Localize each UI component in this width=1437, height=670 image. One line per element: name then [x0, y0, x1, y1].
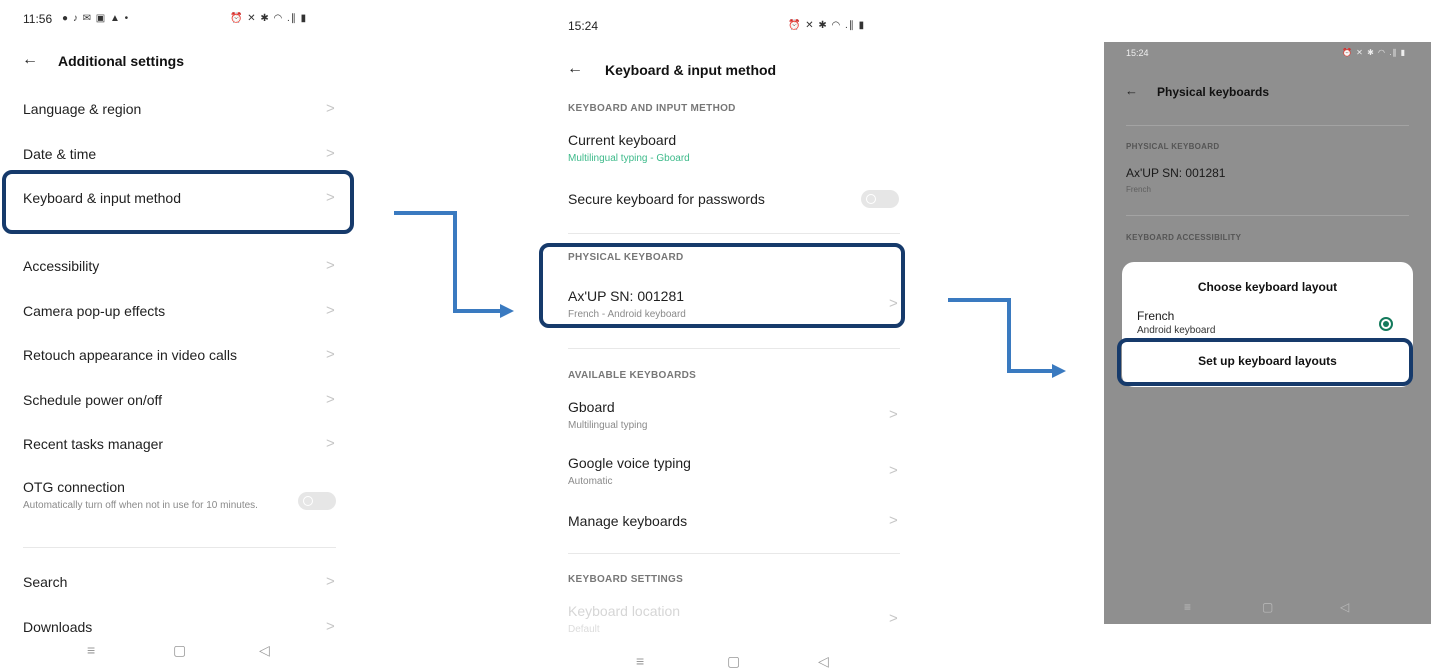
- list-item-label: Date & time: [23, 146, 97, 162]
- list-item-label: Downloads: [23, 619, 93, 635]
- status-notification-icons: ● ♪ ✉ ▣ ▲ •: [62, 13, 130, 24]
- list-item-label: Ax'UP SN: 001281: [1126, 166, 1226, 180]
- status-system-icons: ⏰ ✕ ✱ ◠ .∥ ▮: [788, 20, 866, 31]
- list-item-label: Schedule power on/off: [23, 392, 163, 408]
- chevron-right-icon: >: [326, 618, 335, 635]
- list-item-schedule-power[interactable]: Schedule power on/off >: [0, 387, 350, 417]
- highlight-box-physical-keyboard: [539, 243, 905, 328]
- list-item-label: Gboard: [568, 399, 615, 415]
- divider: [568, 553, 900, 554]
- option-sublabel: Android keyboard: [1137, 325, 1216, 336]
- section-header-keyboard-settings: KEYBOARD SETTINGS: [568, 574, 684, 585]
- nav-menu-icon[interactable]: ≡: [636, 653, 644, 669]
- list-item-label: Language & region: [23, 101, 142, 117]
- section-header-available-keyboards: AVAILABLE KEYBOARDS: [568, 370, 697, 381]
- chevron-right-icon: >: [326, 346, 335, 363]
- list-item-date-time[interactable]: Date & time >: [0, 141, 350, 171]
- list-item-label: Secure keyboard for passwords: [568, 191, 765, 207]
- otg-toggle-switch[interactable]: [298, 492, 336, 510]
- chevron-right-icon: >: [889, 610, 898, 627]
- page-title: Additional settings: [58, 53, 184, 69]
- list-item-secure-keyboard[interactable]: Secure keyboard for passwords: [560, 185, 905, 215]
- page-title: Physical keyboards: [1157, 85, 1270, 99]
- list-item-google-voice-typing[interactable]: Google voice typing Automatic >: [560, 449, 905, 491]
- list-item-value: Default: [568, 624, 600, 635]
- nav-menu-icon[interactable]: ≡: [1184, 600, 1191, 614]
- list-item-label: Retouch appearance in video calls: [23, 347, 238, 363]
- status-time: 15:24: [1126, 48, 1149, 58]
- chevron-right-icon: >: [326, 573, 335, 590]
- list-item-retouch-appearance[interactable]: Retouch appearance in video calls >: [0, 342, 350, 372]
- option-label: French: [1137, 309, 1175, 323]
- panel-physical-keyboards: 15:24 ⏰ ✕ ✱ ◠ .∥ ▮ ← Physical keyboards …: [1104, 42, 1431, 624]
- list-item-label: Camera pop-up effects: [23, 303, 166, 319]
- status-time: 15:24: [568, 19, 599, 33]
- list-item-accessibility[interactable]: Accessibility >: [0, 253, 350, 283]
- nav-back-icon[interactable]: ◁: [1340, 600, 1349, 614]
- divider: [568, 348, 900, 349]
- list-item-value: French: [1126, 185, 1151, 194]
- flow-arrow-1: [394, 211, 514, 318]
- list-item-current-keyboard[interactable]: Current keyboard Multilingual typing - G…: [560, 128, 905, 170]
- divider: [1126, 215, 1409, 216]
- chevron-right-icon: >: [889, 462, 898, 479]
- back-arrow-icon[interactable]: ←: [1125, 83, 1138, 98]
- highlight-box-keyboard-input-method: [2, 170, 354, 234]
- list-item-recent-tasks-manager[interactable]: Recent tasks manager >: [0, 431, 350, 461]
- back-arrow-icon[interactable]: ←: [22, 51, 38, 69]
- chevron-right-icon: >: [326, 257, 335, 274]
- section-header-keyboard-input-method: KEYBOARD AND INPUT METHOD: [568, 103, 736, 114]
- radio-selected-icon[interactable]: [1379, 317, 1393, 331]
- list-item-keyboard-location[interactable]: Keyboard location Default >: [560, 597, 905, 639]
- list-item-keyboard-device[interactable]: Ax'UP SN: 001281 French: [1119, 163, 1414, 201]
- list-item-otg-connection[interactable]: OTG connection Automatically turn off wh…: [0, 475, 350, 530]
- divider: [568, 233, 900, 234]
- list-item-gboard[interactable]: Gboard Multilingual typing >: [560, 393, 905, 435]
- list-item-value: Automatic: [568, 476, 613, 487]
- divider: [1126, 125, 1409, 126]
- nav-back-icon[interactable]: ◁: [259, 642, 270, 659]
- nav-menu-icon[interactable]: ≡: [87, 642, 95, 658]
- list-item-label: Google voice typing: [568, 455, 691, 471]
- list-item-label: Current keyboard: [568, 132, 677, 148]
- status-time: 11:56: [23, 12, 53, 26]
- flow-arrow-2: [948, 298, 1066, 378]
- chevron-right-icon: >: [889, 512, 898, 529]
- divider: [23, 547, 336, 548]
- list-item-description: Automatically turn off when not in use f…: [23, 500, 258, 511]
- section-header-physical-keyboard: PHYSICAL KEYBOARD: [1126, 142, 1220, 151]
- list-item-downloads[interactable]: Downloads >: [0, 614, 350, 642]
- list-item-label: Recent tasks manager: [23, 436, 164, 452]
- list-item-manage-keyboards[interactable]: Manage keyboards >: [560, 507, 905, 537]
- nav-back-icon[interactable]: ◁: [818, 653, 829, 670]
- list-item-camera-popup-effects[interactable]: Camera pop-up effects >: [0, 298, 350, 328]
- status-system-icons: ⏰ ✕ ✱ ◠ .∥ ▮: [1342, 48, 1407, 57]
- chevron-right-icon: >: [889, 406, 898, 423]
- list-item-label: Accessibility: [23, 258, 100, 274]
- list-item-label: OTG connection: [23, 479, 125, 495]
- list-item-language-region[interactable]: Language & region >: [0, 96, 350, 126]
- chevron-right-icon: >: [326, 435, 335, 452]
- nav-home-icon[interactable]: ▢: [1262, 600, 1273, 614]
- chevron-right-icon: >: [326, 100, 335, 117]
- page-title: Keyboard & input method: [605, 62, 777, 78]
- status-system-icons: ⏰ ✕ ✱ ◠ .∥ ▮: [230, 13, 308, 24]
- list-item-value: Multilingual typing - Gboard: [568, 153, 690, 164]
- list-item-search[interactable]: Search >: [0, 569, 350, 599]
- nav-home-icon[interactable]: ▢: [727, 653, 740, 670]
- dialog-title: Choose keyboard layout: [1197, 280, 1338, 294]
- section-header-keyboard-accessibility: KEYBOARD ACCESSIBILITY: [1126, 233, 1242, 242]
- back-arrow-icon[interactable]: ←: [567, 60, 583, 78]
- secure-keyboard-toggle[interactable]: [861, 190, 899, 208]
- chevron-right-icon: >: [326, 391, 335, 408]
- list-item-label: Search: [23, 574, 68, 590]
- highlight-box-set-up-keyboard-layouts: [1117, 338, 1413, 386]
- chevron-right-icon: >: [326, 145, 335, 162]
- chevron-right-icon: >: [326, 302, 335, 319]
- list-item-label: Keyboard location: [568, 603, 681, 619]
- list-item-value: Multilingual typing: [568, 420, 648, 431]
- nav-home-icon[interactable]: ▢: [173, 642, 186, 659]
- list-item-label: Manage keyboards: [568, 513, 688, 529]
- layout-option-french[interactable]: French Android keyboard: [1122, 307, 1413, 339]
